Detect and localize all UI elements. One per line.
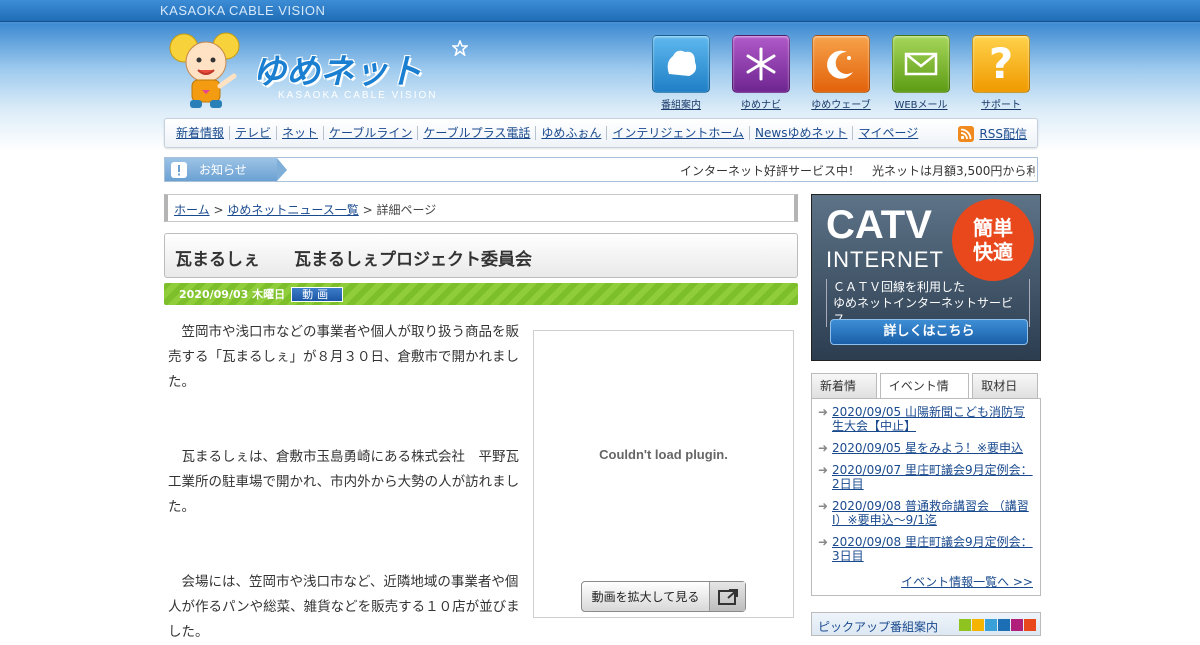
color-chip: [1011, 619, 1023, 631]
nav-item-net[interactable]: ネット: [276, 126, 323, 140]
logo-text: ゆめネット: [252, 52, 422, 92]
info-tabs: 新着情報 イベント情報 取材日記: [811, 373, 1041, 417]
service-yume-wave[interactable]: ゆめウェーブ: [810, 35, 872, 111]
notice-tag: お知らせ: [165, 158, 287, 181]
asterisk-icon: [732, 35, 790, 93]
nav-item-cable-line[interactable]: ケーブルライン: [323, 126, 417, 140]
site-logo[interactable]: ゆめネット KASAOKA CABLE VISION: [162, 26, 482, 114]
service-support[interactable]: ? サポート: [970, 35, 1032, 111]
expand-video-button[interactable]: 動画を拡大して見る: [581, 581, 746, 612]
breadcrumb: ホーム > ゆめネットニュース一覧 > 詳細ページ: [164, 194, 798, 222]
article-date: 2020/09/03 木曜日: [179, 288, 286, 301]
service-label[interactable]: ゆめナビ: [730, 96, 792, 111]
rss-link[interactable]: RSS配信: [958, 125, 1027, 142]
service-label[interactable]: サポート: [970, 96, 1032, 111]
banner-more-button[interactable]: 詳しくはこちら: [830, 319, 1028, 345]
notice-message[interactable]: インターネット好評サービス中！ 光ネットは月額3,500円から利用: [680, 162, 1035, 179]
video-player[interactable]: Couldn't load plugin. 動画を拡大して見る: [533, 330, 794, 618]
breadcrumb-separator: >: [213, 203, 224, 217]
service-label[interactable]: WEBメール: [890, 96, 952, 111]
rss-label[interactable]: RSS配信: [979, 125, 1027, 142]
global-nav: 新着情報 テレビ ネット ケーブルライン ケーブルプラス電話 ゆめふぉん インテ…: [164, 118, 1038, 148]
list-item[interactable]: ➜ 2020/09/05 山陽新聞こども消防写生大会【中止】: [818, 405, 1034, 433]
top-brand: KASAOKA CABLE VISION: [160, 3, 326, 18]
nav-item-my-page[interactable]: マイページ: [852, 126, 923, 140]
nav-item-cable-plus-phone[interactable]: ケーブルプラス電話: [417, 126, 535, 140]
nav-item-yume-phone[interactable]: ゆめふぉん: [535, 126, 606, 140]
top-strip: KASAOKA CABLE VISION: [0, 0, 1200, 22]
color-chip: [959, 619, 971, 631]
star-icon: [452, 40, 468, 56]
article-paragraph: 笠岡市や浅口市などの事業者や個人が取り扱う商品を販売する「瓦まるしぇ」が８月３０…: [168, 324, 519, 390]
logo-subtitle: KASAOKA CABLE VISION: [278, 90, 438, 101]
service-label[interactable]: 番組案内: [650, 96, 712, 111]
nav-item-intelligent-home[interactable]: インテリジェントホーム: [606, 126, 749, 140]
tab-coverage-diary[interactable]: 取材日記: [972, 373, 1038, 417]
arrow-right-icon: ➜: [818, 441, 829, 455]
notice-tag-label: お知らせ: [199, 163, 247, 177]
nav-item-tv[interactable]: テレビ: [229, 126, 276, 140]
question-icon: ?: [972, 35, 1030, 93]
list-item[interactable]: ➜ 2020/09/07 里庄町議会9月定例会：2日目: [818, 463, 1034, 491]
nav-item-news-yume-net[interactable]: Newsゆめネット: [749, 126, 852, 140]
events-all-link[interactable]: イベント情報一覧へ >>: [901, 573, 1033, 590]
article-paragraph: 会場には、笠岡市や浅口市など、近隣地域の事業者や個人が作るパンや総菜、雑貨などを…: [168, 574, 520, 640]
breadcrumb-current: 詳細ページ: [376, 203, 437, 217]
tab-events[interactable]: イベント情報: [879, 373, 970, 417]
external-open-icon: [709, 582, 745, 611]
event-list-panel: ➜ 2020/09/05 山陽新聞こども消防写生大会【中止】 ➜ 2020/09/0…: [811, 398, 1041, 596]
service-tv-guide[interactable]: 番組案内: [650, 35, 712, 111]
crescent-icon: [812, 35, 870, 93]
service-web-mail[interactable]: WEBメール: [890, 35, 952, 111]
color-chip: [998, 619, 1010, 631]
video-badge: 動画: [291, 286, 344, 302]
pickup-color-chips: [959, 619, 1036, 631]
pickup-programs[interactable]: ピックアップ番組案内: [811, 612, 1041, 636]
breadcrumb-separator: >: [362, 203, 373, 217]
mail-icon: [892, 35, 950, 93]
mascot-icon: [169, 32, 240, 108]
article-body: 笠岡市や浅口市などの事業者や個人が取り扱う商品を販売する「瓦まるしぇ」が８月３０…: [168, 320, 520, 645]
color-chip: [985, 619, 997, 631]
banner-catv: CATV: [826, 203, 932, 247]
plugin-error: Couldn't load plugin.: [599, 447, 728, 462]
breadcrumb-home[interactable]: ホーム: [174, 203, 210, 217]
alert-icon: [171, 161, 187, 178]
service-label[interactable]: ゆめウェーブ: [810, 96, 872, 111]
breadcrumb-news-list[interactable]: ゆめネットニュース一覧: [227, 203, 358, 217]
arrow-right-icon: ➜: [818, 499, 829, 513]
banner-burst: 簡単 快適: [956, 203, 1030, 277]
arrow-right-icon: ➜: [818, 405, 829, 419]
article-paragraph: 瓦まるしぇは、倉敷市玉島勇崎にある株式会社 平野瓦工業所の駐車場で開かれ、市内外…: [168, 449, 520, 515]
service-yume-navi[interactable]: ゆめナビ: [730, 35, 792, 111]
tv-guide-icon: [652, 35, 710, 93]
arrow-right-icon: ➜: [818, 535, 829, 549]
list-item[interactable]: ➜ 2020/09/08 里庄町議会9月定例会：3日目: [818, 535, 1034, 563]
expand-video-label: 動画を拡大して見る: [591, 590, 700, 604]
header: ゆめネット KASAOKA CABLE VISION 番組案内 ゆめナビ ゆめウ…: [0, 22, 1200, 117]
arrow-right-icon: ➜: [818, 463, 829, 477]
pickup-label: ピックアップ番組案内: [818, 620, 939, 634]
color-chip: [1024, 619, 1036, 631]
nav-item-news[interactable]: 新着情報: [171, 126, 229, 140]
tab-news[interactable]: 新着情報: [811, 373, 877, 417]
catv-internet-banner[interactable]: CATV INTERNET 簡単 快適 ＣＡＴＶ回線を利用した ゆめネットインター…: [811, 194, 1041, 361]
rss-icon: [958, 125, 975, 142]
article-title: 瓦まるしぇ 瓦まるしぇプロジェクト委員会: [164, 233, 798, 278]
banner-internet: INTERNET: [826, 247, 944, 272]
color-chip: [972, 619, 984, 631]
article-dateline: 2020/09/03 木曜日 動画: [164, 283, 798, 305]
list-item[interactable]: ➜ 2020/09/08 普通救命講習会 （講習Ⅰ）※要申込～9/1迄: [818, 499, 1034, 527]
notice-bar: お知らせ インターネット好評サービス中！ 光ネットは月額3,500円から利用: [164, 157, 1038, 182]
list-item[interactable]: ➜ 2020/09/05 星をみよう！※要申込: [818, 441, 1034, 455]
